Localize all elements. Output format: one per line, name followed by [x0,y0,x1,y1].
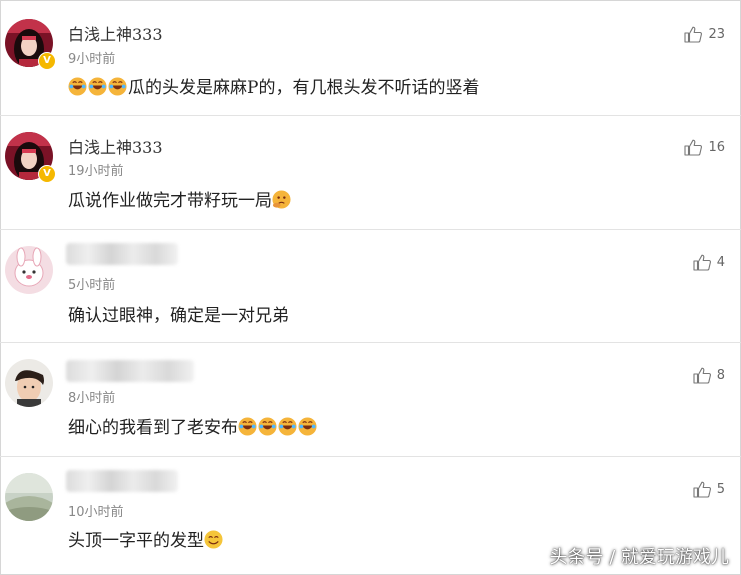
like-count: 8 [716,367,725,383]
comment-time: 9小时前 [68,52,116,67]
blurred-username[interactable] [66,360,194,382]
comment-time: 5小时前 [68,278,116,293]
smile-emoji-icon [204,530,223,549]
watermark: 头条号 / 就爱玩游戏儿 [549,547,729,568]
thumbs-up-icon [693,367,711,384]
thumbs-up-icon [684,26,703,43]
avatar[interactable] [5,473,53,521]
laugh-cry-emoji-icon [298,417,317,436]
laugh-cry-emoji-icon [278,417,297,436]
like-count: 23 [708,26,725,42]
comment-item: V 白浅上神333 19小时前 瓜说作业做完才带籽玩一局 16 [0,115,741,230]
like-button[interactable]: 23 [684,24,725,44]
laugh-cry-emoji-icon [258,417,277,436]
thinking-emoji-icon [272,190,291,209]
comment-text: 瓜的头发是麻麻P的，有几根头发不听话的竖着 [128,78,480,98]
like-count: 5 [716,481,725,497]
like-button[interactable]: 16 [684,137,725,157]
avatar[interactable] [5,359,53,407]
comment-text-line: 瓜的头发是麻麻P的，有几根头发不听话的竖着 [68,73,479,98]
thumbs-up-icon [684,139,703,156]
comment-time: 10小时前 [68,505,124,520]
username[interactable]: 白浅上神333 [68,134,163,158]
username[interactable]: 白浅上神333 [68,21,163,45]
laugh-cry-emoji-icon [238,417,257,436]
like-count: 16 [708,139,725,155]
verified-badge-icon: V [38,52,56,70]
thumbs-up-icon [693,254,711,271]
laugh-cry-emoji-icon [88,77,107,96]
comment-text-line: 头顶一字平的发型 [68,526,224,551]
blurred-username[interactable] [66,470,178,492]
comment-text-line: 瓜说作业做完才带籽玩一局 [68,186,292,211]
like-button[interactable]: 4 [693,252,725,272]
like-button[interactable]: 5 [693,479,725,499]
comment-text-line: 细心的我看到了老安布 [68,413,318,438]
comment-item: 5小时前 确认过眼神，确定是一对兄弟 4 [0,229,741,343]
laugh-cry-emoji-icon [68,77,87,96]
comment-item: V 白浅上神333 9小时前 瓜的头发是麻麻P的，有几根头发不听话的竖着 23 [0,0,741,116]
comment-text: 头顶一字平的发型 [68,531,204,551]
laugh-cry-emoji-icon [108,77,127,96]
comment-time: 19小时前 [68,164,124,179]
comment-time: 8小时前 [68,391,116,406]
comment-text-line: 确认过眼神，确定是一对兄弟 [68,301,289,326]
thumbs-up-icon [693,481,711,498]
comment-text: 确认过眼神，确定是一对兄弟 [68,306,289,326]
blurred-username[interactable] [66,243,178,265]
avatar[interactable] [5,246,53,294]
comment-item: 8小时前 细心的我看到了老安布 8 [0,342,741,457]
verified-badge-icon: V [38,165,56,183]
like-count: 4 [716,254,725,270]
comment-text: 瓜说作业做完才带籽玩一局 [68,191,272,211]
comment-text: 细心的我看到了老安布 [68,418,238,438]
like-button[interactable]: 8 [693,365,725,385]
